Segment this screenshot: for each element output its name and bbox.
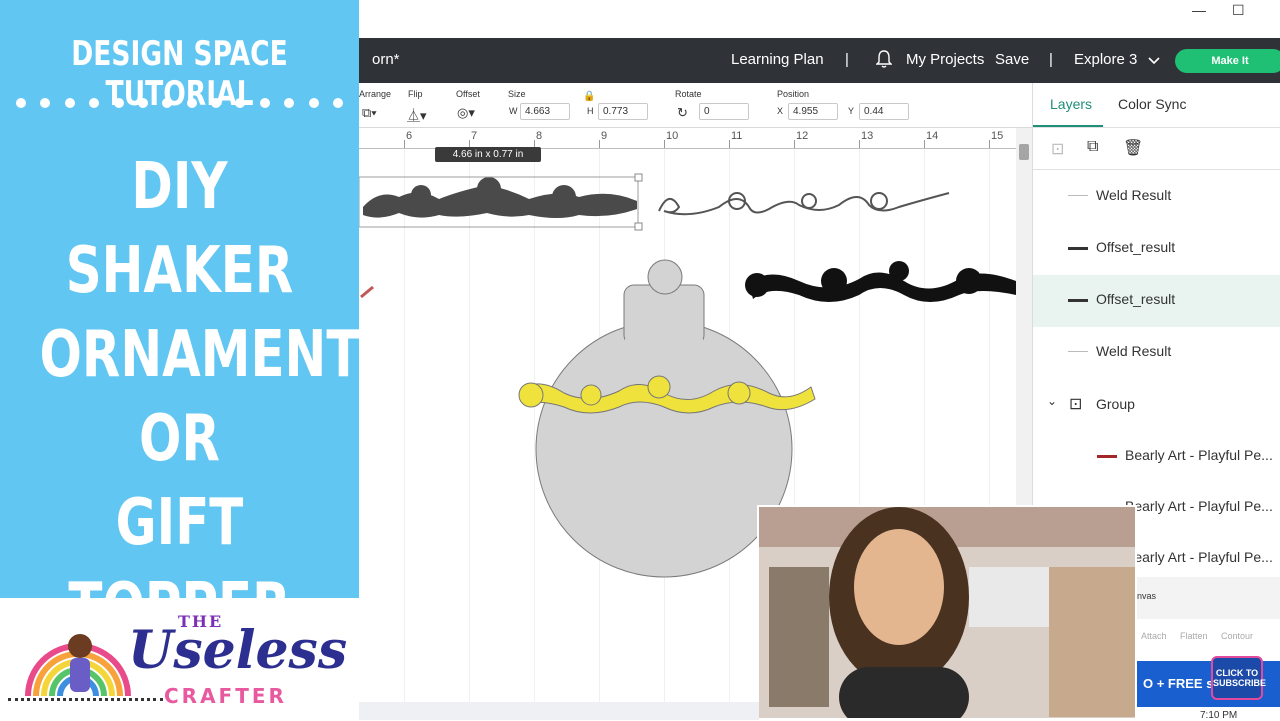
- attach-button[interactable]: Attach: [1141, 631, 1167, 641]
- trash-icon[interactable]: 🗑: [1123, 138, 1143, 158]
- title-line: OR: [139, 402, 220, 476]
- logo-divider: [8, 698, 163, 701]
- group-select-icon[interactable]: ⊡: [1051, 139, 1064, 159]
- horizontal-ruler: 6 7 8 9 10 11 12 13 14 15: [359, 128, 1016, 149]
- window-chrome: — ☐: [359, 0, 1280, 38]
- layer-label: Offset_result: [1096, 239, 1176, 255]
- offset-label: Offset: [456, 89, 480, 99]
- width-field[interactable]: 4.663: [520, 103, 570, 120]
- app-header: orn* Learning Plan | My Projects Save | …: [359, 38, 1280, 83]
- layer-row[interactable]: Weld Result: [1033, 171, 1280, 223]
- ruler-label: 7: [471, 130, 478, 142]
- ruler-label: 8: [536, 130, 543, 142]
- flatten-button[interactable]: Flatten: [1180, 631, 1208, 641]
- subscribe-badge[interactable]: CLICK TO SUBSCRIBE: [1211, 656, 1266, 700]
- position-label: Position: [777, 89, 810, 99]
- learning-plan-link[interactable]: Learning Plan: [731, 51, 824, 68]
- ruler-label: 15: [991, 130, 1004, 142]
- channel-logo: THE Useless CRAFTER: [0, 598, 359, 720]
- machine-select[interactable]: Explore 3: [1074, 51, 1137, 68]
- ruler-label: 10: [666, 130, 679, 142]
- make-it-button[interactable]: Make It: [1175, 49, 1280, 73]
- x-position-field[interactable]: 4.955: [788, 103, 838, 120]
- duplicate-icon[interactable]: ⧉: [1087, 138, 1098, 156]
- layer-label: Bearly Art - Playful Pe...: [1125, 498, 1273, 514]
- group-icon: ⊡: [1069, 396, 1083, 413]
- edit-toolbar: Arrange ⧉▾ Flip ⏅▾ Offset ◎▾ Size W 4.66…: [359, 83, 1032, 128]
- layer-group-row[interactable]: ⌄ ⊡ Group: [1033, 380, 1280, 432]
- title-line: DIY: [131, 150, 228, 224]
- offset-icon[interactable]: ◎▾: [457, 105, 475, 121]
- y-label: Y: [848, 106, 855, 116]
- title-line: SHAKER: [65, 234, 294, 308]
- header-separator: |: [845, 51, 849, 68]
- ruler-label: 11: [731, 130, 743, 142]
- layer-row[interactable]: Bearly Art - Playful Pe...: [1033, 431, 1280, 483]
- layer-row-selected[interactable]: Offset_result: [1033, 275, 1280, 327]
- rainbow-icon: [25, 634, 131, 697]
- tab-color-sync[interactable]: Color Sync: [1118, 96, 1186, 112]
- tab-layers[interactable]: Layers: [1050, 96, 1092, 112]
- logo-crafter: CRAFTER: [164, 684, 287, 708]
- taskbar-clock: 7:10 PM: [1200, 710, 1238, 721]
- dot-divider: [16, 98, 343, 108]
- height-label: H: [587, 106, 594, 116]
- header-separator: |: [1049, 51, 1053, 68]
- height-field[interactable]: 0.773: [598, 103, 648, 120]
- layer-label: Weld Result: [1096, 343, 1172, 359]
- taskbar: [359, 702, 759, 720]
- flip-icon[interactable]: ⏅▾: [407, 105, 427, 124]
- ruler-label: 9: [601, 130, 608, 142]
- pencil-mark: [360, 285, 374, 299]
- layer-row[interactable]: Offset_result: [1033, 223, 1280, 275]
- layer-label: Offset_result: [1096, 291, 1176, 307]
- contour-button[interactable]: Contour: [1221, 631, 1253, 641]
- x-label: X: [777, 106, 784, 116]
- layer-label: Bearly Art - Playful Pe...: [1125, 549, 1273, 565]
- title-line: ORNAMENT: [39, 318, 361, 392]
- presenter-video: [759, 507, 1135, 718]
- webcam-overlay: [757, 505, 1137, 720]
- arrange-icon[interactable]: ⧉▾: [362, 105, 377, 121]
- y-position-field[interactable]: 0.44: [859, 103, 909, 120]
- layer-label: Bearly Art - Playful Pe...: [1125, 447, 1273, 463]
- chevron-down-icon[interactable]: [1148, 57, 1160, 65]
- ruler-label: 6: [406, 130, 413, 142]
- arrange-label: Arrange: [359, 89, 392, 99]
- video-title: DIY SHAKER ORNAMENT OR GIFT TOPPER: [39, 145, 361, 649]
- canvas-label: nvas: [1137, 591, 1157, 601]
- ruler-label: 12: [796, 130, 809, 142]
- save-button[interactable]: Save: [995, 51, 1029, 68]
- lock-icon[interactable]: 🔒: [583, 91, 595, 102]
- minimize-button[interactable]: —: [1192, 2, 1206, 18]
- chevron-down-icon[interactable]: ⌄: [1047, 394, 1057, 408]
- logo-useless: Useless: [128, 620, 348, 681]
- layer-row[interactable]: Weld Result: [1033, 327, 1280, 379]
- scroll-thumb[interactable]: [1019, 144, 1029, 160]
- layer-label: Group: [1096, 396, 1135, 412]
- rotate-label: Rotate: [675, 89, 702, 99]
- thumbnail-title-panel: DESIGN SPACE TUTORIAL DIY SHAKER ORNAMEN…: [0, 0, 360, 644]
- size-label: Size: [508, 89, 526, 99]
- rotate-field[interactable]: 0: [699, 103, 749, 120]
- layer-label: Weld Result: [1096, 187, 1172, 203]
- bell-icon[interactable]: [876, 50, 892, 68]
- ornament-base: [535, 320, 793, 578]
- document-name[interactable]: orn*: [372, 51, 400, 68]
- flip-label: Flip: [408, 89, 423, 99]
- rotate-icon[interactable]: ↻: [677, 105, 688, 121]
- ruler-label: 13: [861, 130, 874, 142]
- ruler-label: 14: [926, 130, 939, 142]
- my-projects-link[interactable]: My Projects: [906, 51, 984, 68]
- size-tooltip: 4.66 in x 0.77 in: [435, 147, 541, 162]
- width-label: W: [509, 106, 518, 116]
- maximize-button[interactable]: ☐: [1232, 2, 1245, 19]
